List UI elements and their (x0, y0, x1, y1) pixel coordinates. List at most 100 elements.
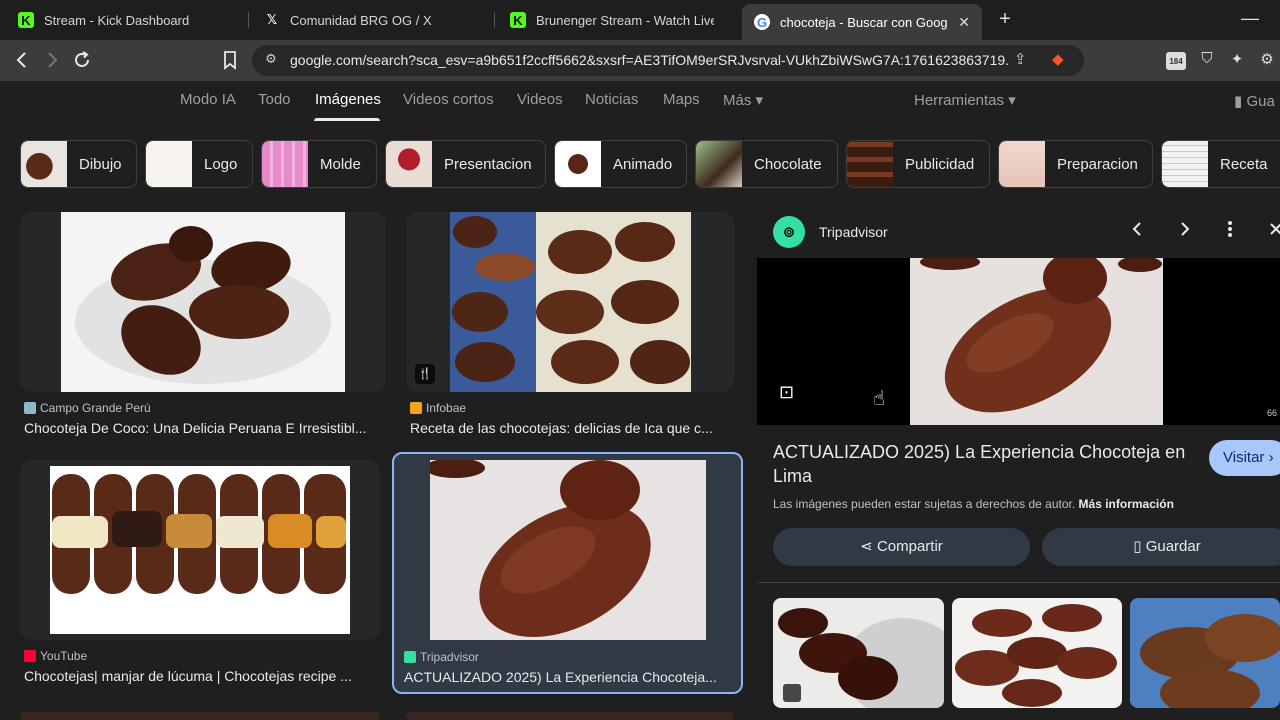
result-image (450, 212, 691, 392)
saved-link[interactable]: ▮ Gua (1234, 92, 1275, 110)
kick-icon: K (18, 12, 34, 28)
reload-button[interactable] (70, 48, 94, 72)
tab-comunidad-x[interactable]: 𝕏 Comunidad BRG OG / X (252, 4, 490, 36)
nav-mas[interactable]: Más ▾ (723, 91, 763, 109)
result-title[interactable]: Chocoteja De Coco: Una Delicia Peruana E… (24, 420, 384, 436)
shield-icon[interactable]: ⛉ (1196, 50, 1218, 72)
nav-noticias[interactable]: Noticias (585, 91, 638, 108)
tripadvisor-icon (404, 651, 416, 663)
result-image-card[interactable] (20, 712, 380, 720)
result-source[interactable]: Infobae (410, 401, 466, 415)
chip-presentacion[interactable]: Presentacion (385, 140, 546, 188)
bookmark-button[interactable] (218, 48, 242, 72)
chip-publicidad[interactable]: Publicidad (846, 140, 990, 188)
chip-label: Dibujo (79, 155, 122, 173)
chip-receta[interactable]: Receta (1161, 140, 1280, 188)
more-options-button[interactable] (1227, 220, 1233, 243)
x-icon: 𝕏 (266, 12, 278, 27)
recipe-badge-icon: 🍴 (415, 364, 435, 384)
more-info-link[interactable]: Más información (1079, 497, 1174, 511)
youtube-icon (24, 650, 36, 662)
save-button[interactable]: ▯ Guardar (1042, 528, 1280, 566)
result-image-card[interactable] (406, 712, 734, 720)
brave-shield-icon[interactable]: ◆ (1052, 50, 1064, 68)
nav-imagenes[interactable]: Imágenes (315, 91, 381, 108)
site-favicon-icon (410, 402, 422, 414)
nav-videos[interactable]: Videos (517, 91, 563, 108)
share-label: Compartir (876, 538, 943, 555)
settings-gear-icon[interactable]: ⚙ (1256, 50, 1278, 72)
chip-thumbnail (1162, 141, 1208, 187)
new-tab-button[interactable]: + (994, 8, 1016, 30)
result-image-card[interactable]: 🍴 (406, 212, 734, 392)
chip-thumbnail (262, 141, 308, 187)
panel-preview-image[interactable]: ⊡ ☝ 66 (757, 258, 1280, 425)
back-button[interactable] (10, 48, 34, 72)
chip-molde[interactable]: Molde (261, 140, 377, 188)
result-image (61, 212, 345, 392)
tab-chocoteja-search[interactable]: G chocoteja - Buscar con Google ✕ (742, 4, 982, 40)
share-button[interactable]: ⋖ Compartir (773, 528, 1030, 566)
related-image[interactable] (952, 598, 1122, 708)
more-vert-icon (1228, 221, 1232, 237)
extensions-puzzle-icon[interactable]: ✦ (1226, 50, 1248, 72)
source-name: Infobae (426, 401, 467, 415)
nav-todo[interactable]: Todo (258, 91, 291, 108)
result-image-card[interactable] (20, 460, 380, 640)
chip-logo[interactable]: Logo (145, 140, 253, 188)
google-lens-icon[interactable]: ⊡ (779, 382, 801, 404)
result-source[interactable]: Tripadvisor (404, 650, 479, 664)
chip-dibujo[interactable]: Dibujo (20, 140, 137, 188)
previous-image-button[interactable] (1129, 220, 1145, 243)
related-image[interactable] (1130, 598, 1280, 708)
chevron-left-icon (1132, 222, 1141, 236)
nav-herramientas[interactable]: Herramientas ▾ (914, 91, 1016, 109)
google-icon: G (754, 14, 770, 30)
chip-chocolate[interactable]: Chocolate (695, 140, 838, 188)
next-image-button[interactable] (1177, 220, 1193, 243)
result-source[interactable]: Campo Grande Perú (24, 401, 151, 415)
preview-image (910, 258, 1163, 425)
nav-videos-cortos[interactable]: Videos cortos (403, 91, 494, 108)
minimize-window-button[interactable]: — (1240, 8, 1260, 30)
tab-kick-dashboard[interactable]: K Stream - Kick Dashboard (6, 4, 244, 36)
source-name: Campo Grande Perú (40, 401, 151, 415)
result-title[interactable]: Chocotejas| manjar de lúcuma | Chocoteja… (24, 668, 380, 684)
nav-maps[interactable]: Maps (663, 91, 700, 108)
image-preview-panel: ⊚ Tripadvisor ⊡ ☝ 66 ACTUALIZADO 2025) L… (757, 206, 1280, 720)
chip-animado[interactable]: Animado (554, 140, 687, 188)
result-title[interactable]: Receta de las chocotejas: delicias de Ic… (410, 420, 734, 436)
tab-label: Stream - Kick Dashboard (44, 12, 190, 28)
url-text[interactable]: google.com/search?sca_esv=a9b651f2ccff56… (290, 52, 1010, 68)
tab-brunenger-stream[interactable]: K Brunenger Stream - Watch Live on Ki (498, 4, 726, 36)
forward-button[interactable] (40, 48, 64, 72)
active-tab-underline (314, 118, 380, 121)
panel-site-name[interactable]: Tripadvisor (819, 224, 888, 240)
saved-label: Gua (1246, 93, 1275, 110)
chip-label: Molde (320, 155, 361, 173)
extension-badge-icon[interactable]: 184 (1166, 52, 1186, 70)
chip-label: Preparacion (1057, 155, 1138, 173)
nav-modo-ia[interactable]: Modo IA (180, 91, 236, 108)
arrow-left-icon (16, 52, 26, 68)
share-icon[interactable]: ⇪ (1014, 50, 1027, 68)
result-source[interactable]: YouTube (24, 649, 87, 663)
chip-preparacion[interactable]: Preparacion (998, 140, 1153, 188)
result-image-card-selected[interactable]: Tripadvisor ACTUALIZADO 2025) La Experie… (392, 452, 743, 694)
result-image-card[interactable] (20, 212, 386, 392)
site-settings-icon[interactable]: ⚙ (262, 51, 280, 69)
share-icon: ⋖ (860, 538, 873, 555)
panel-title[interactable]: ACTUALIZADO 2025) La Experiencia Chocote… (773, 440, 1203, 488)
close-tab-icon[interactable]: ✕ (948, 14, 970, 31)
search-type-nav: Modo IA Todo Imágenes Videos cortos Vide… (0, 81, 1280, 121)
copyright-notice: Las imágenes pueden estar sujetas a dere… (773, 497, 1174, 511)
chip-label: Publicidad (905, 155, 975, 173)
close-panel-button[interactable] (1269, 220, 1280, 243)
address-bar[interactable]: ⚙ google.com/search?sca_esv=a9b651f2ccff… (252, 45, 1084, 76)
arrow-right-icon (48, 52, 58, 68)
visit-button[interactable]: Visitar › (1209, 440, 1280, 476)
result-title[interactable]: ACTUALIZADO 2025) La Experiencia Chocote… (404, 669, 734, 685)
related-image[interactable] (773, 598, 944, 708)
tab-separator (494, 12, 495, 28)
chip-label: Receta (1220, 155, 1268, 173)
